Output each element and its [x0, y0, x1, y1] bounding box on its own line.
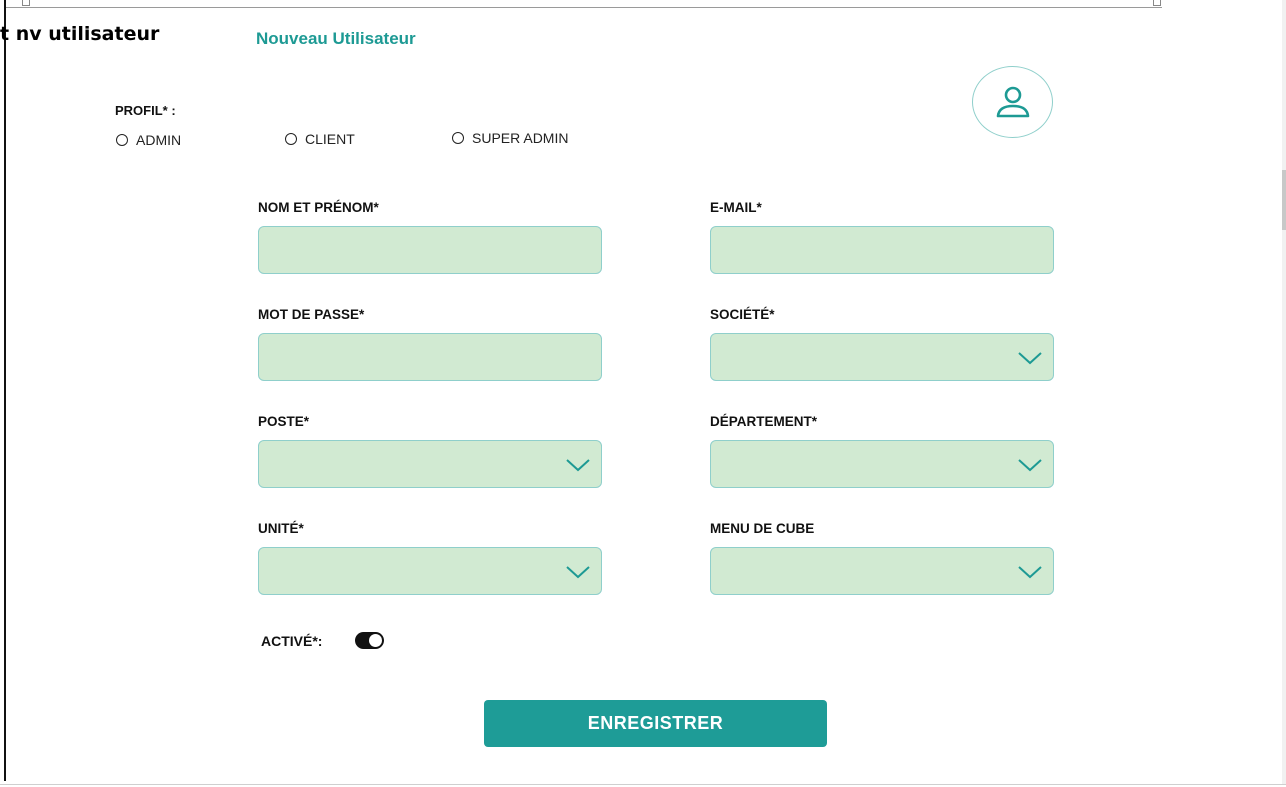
chevron-down-icon[interactable]: [1017, 564, 1043, 580]
chevron-down-icon[interactable]: [1017, 457, 1043, 473]
window-left-border: [4, 0, 6, 781]
chevron-down-icon[interactable]: [1017, 350, 1043, 366]
corner-mark-right: [1153, 0, 1161, 6]
scrollbar-thumb[interactable]: [1282, 170, 1286, 230]
cube-menu-select[interactable]: [710, 547, 1054, 595]
profile-radio-client[interactable]: CLIENT: [285, 131, 355, 147]
profile-radio-admin[interactable]: ADMIN: [116, 132, 181, 148]
user-icon: [996, 86, 1029, 118]
profile-radio-super-admin[interactable]: SUPER ADMIN: [452, 130, 568, 146]
radio-circle-icon[interactable]: [116, 134, 128, 146]
company-label: SOCIÉTÉ*: [710, 307, 775, 322]
page-label: t nv utilisateur: [0, 23, 160, 45]
chevron-down-icon[interactable]: [565, 564, 591, 580]
name-input[interactable]: [259, 227, 601, 273]
radio-circle-icon[interactable]: [452, 132, 464, 144]
department-select[interactable]: [710, 440, 1054, 488]
active-label: ACTIVÉ*:: [261, 633, 323, 649]
corner-mark-left: [22, 0, 30, 6]
toggle-knob: [369, 634, 382, 647]
name-field[interactable]: [258, 226, 602, 274]
department-label: DÉPARTEMENT*: [710, 414, 818, 429]
active-toggle[interactable]: [355, 632, 384, 649]
avatar-upload[interactable]: [972, 66, 1053, 138]
radio-label: ADMIN: [136, 132, 182, 148]
radio-circle-icon[interactable]: [285, 133, 297, 145]
scrollbar-track[interactable]: [1282, 0, 1286, 784]
password-input[interactable]: [259, 334, 601, 380]
position-label: POSTE*: [258, 414, 310, 429]
form-title: Nouveau Utilisateur: [256, 29, 416, 48]
window-bottom-border: [0, 784, 1286, 785]
position-select[interactable]: [258, 440, 602, 488]
profile-label: PROFIL* :: [115, 103, 176, 118]
save-button[interactable]: ENREGISTRER: [484, 700, 827, 747]
radio-label: CLIENT: [305, 131, 355, 147]
window-top-border: [4, 7, 1162, 8]
email-label: E-MAIL*: [710, 200, 762, 215]
company-select[interactable]: [710, 333, 1054, 381]
name-label: NOM ET PRÉNOM*: [258, 200, 379, 215]
unit-select[interactable]: [258, 547, 602, 595]
email-input[interactable]: [711, 227, 1053, 273]
password-label: MOT DE PASSE*: [258, 307, 365, 322]
cube-menu-label: MENU DE CUBE: [710, 521, 815, 536]
unit-label: UNITÉ*: [258, 521, 304, 536]
chevron-down-icon[interactable]: [565, 457, 591, 473]
password-field[interactable]: [258, 333, 602, 381]
radio-label: SUPER ADMIN: [472, 130, 569, 146]
email-field[interactable]: [710, 226, 1054, 274]
